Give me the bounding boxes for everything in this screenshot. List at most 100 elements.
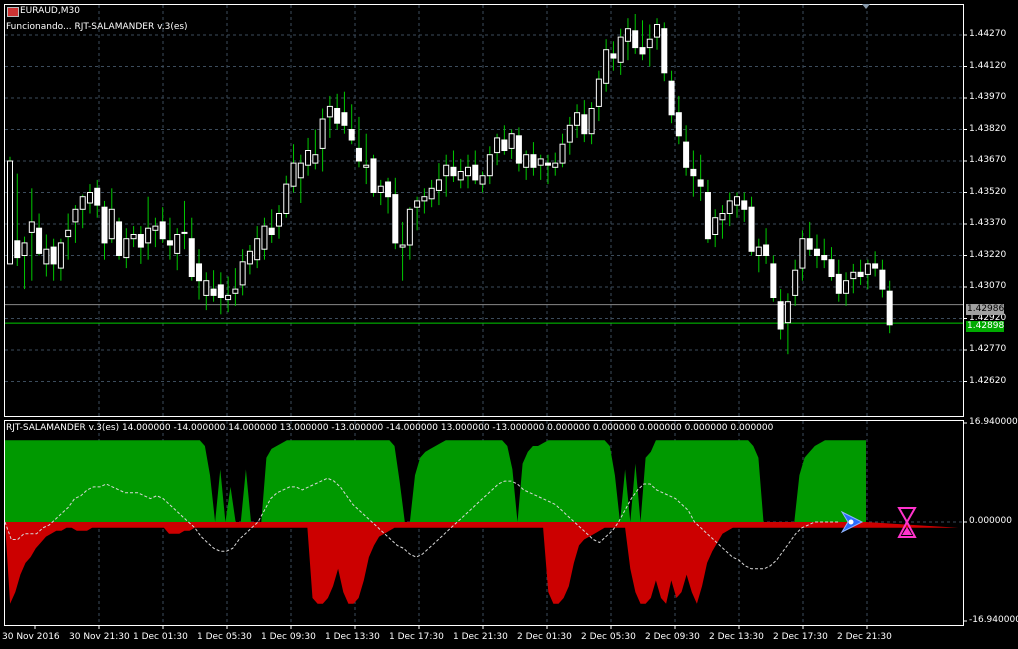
green-area bbox=[5, 440, 866, 522]
candle-bull bbox=[719, 213, 726, 221]
candle-bull bbox=[28, 221, 35, 233]
time-label: 2 Dec 05:30 bbox=[581, 632, 636, 642]
time-label: 2 Dec 01:30 bbox=[517, 632, 572, 642]
candle-bear bbox=[348, 129, 355, 141]
candlesticks bbox=[7, 14, 893, 355]
candle-bull bbox=[537, 158, 544, 166]
candle-bull bbox=[414, 200, 421, 208]
candle-bull bbox=[246, 250, 253, 265]
candle-bear bbox=[530, 154, 537, 168]
candle-bear bbox=[268, 227, 275, 235]
candle-bear bbox=[334, 108, 341, 124]
symbol-title: EURAUD,M30 bbox=[20, 6, 80, 16]
candle-bear bbox=[159, 221, 166, 240]
time-label: 1 Dec 01:30 bbox=[133, 632, 188, 642]
candle-bull bbox=[225, 294, 232, 301]
candle-bull bbox=[130, 234, 137, 240]
candle-bull bbox=[465, 166, 472, 177]
candle-bear bbox=[835, 273, 842, 294]
candle-bull bbox=[421, 196, 428, 202]
candle-bull bbox=[850, 271, 857, 280]
candle-bull bbox=[443, 164, 450, 177]
time-label: 2 Dec 13:30 bbox=[709, 632, 764, 642]
candle-bear bbox=[777, 301, 784, 330]
candle-bear bbox=[210, 288, 217, 296]
indicator-label: 0.000000 bbox=[969, 516, 1012, 526]
time-label: 1 Dec 17:30 bbox=[389, 632, 444, 642]
chart-frames bbox=[4, 4, 964, 626]
time-label: 1 Dec 09:30 bbox=[261, 632, 316, 642]
candle-bull bbox=[145, 227, 152, 244]
candle-bear bbox=[341, 112, 348, 126]
price-label: 1.42620 bbox=[969, 375, 1007, 386]
candle-bull bbox=[552, 162, 559, 168]
candle-bull bbox=[399, 244, 406, 248]
candle-bear bbox=[116, 221, 123, 256]
price-label: 1.43670 bbox=[969, 155, 1007, 165]
candle-bear bbox=[544, 162, 551, 166]
candle-bull bbox=[319, 118, 326, 149]
candle-bear bbox=[821, 255, 828, 261]
candle-bear bbox=[763, 244, 770, 256]
shift-marker-icon bbox=[862, 4, 870, 9]
candle-bear bbox=[690, 168, 697, 177]
candle-bull bbox=[86, 192, 93, 204]
price-label: 1.44270 bbox=[969, 29, 1007, 39]
candle-bear bbox=[813, 248, 820, 256]
candle-bull bbox=[7, 160, 13, 265]
candle-bear bbox=[472, 164, 479, 181]
candle-bull bbox=[864, 263, 871, 275]
candle-bull bbox=[712, 217, 719, 235]
price-label: 1.43370 bbox=[969, 218, 1007, 228]
candle-bull bbox=[152, 225, 159, 231]
candle-bear bbox=[450, 166, 457, 177]
candle-bear bbox=[50, 246, 57, 265]
bid-price-tag: 1.42898 bbox=[966, 321, 1005, 332]
indicator-label: 16.940000 bbox=[969, 417, 1018, 427]
time-label: 1 Dec 13:30 bbox=[325, 632, 380, 642]
candle-bear bbox=[166, 240, 173, 246]
candle-bull bbox=[108, 208, 115, 240]
price-label: 1.43220 bbox=[969, 249, 1007, 260]
candle-bull bbox=[297, 162, 304, 179]
price-label: 1.43970 bbox=[969, 92, 1007, 102]
candle-bull bbox=[72, 208, 79, 223]
candle-bull bbox=[428, 187, 435, 200]
time-label: 2 Dec 21:30 bbox=[837, 632, 892, 642]
candle-bear bbox=[355, 147, 362, 162]
candle-bear bbox=[610, 53, 617, 59]
candle-bull bbox=[588, 108, 595, 135]
price-label: 1.43070 bbox=[969, 281, 1007, 291]
candle-bull bbox=[654, 24, 661, 38]
price-label: 1.42770 bbox=[969, 344, 1007, 354]
candle-bear bbox=[101, 206, 108, 244]
chart-canvas bbox=[4, 4, 967, 629]
candle-bear bbox=[683, 141, 690, 168]
candle-bear bbox=[370, 158, 377, 193]
candle-bear bbox=[639, 47, 646, 55]
candle-bull bbox=[65, 229, 72, 238]
candle-bull bbox=[254, 238, 261, 261]
candle-bull bbox=[603, 49, 610, 84]
candle-bull bbox=[57, 242, 64, 269]
candle-bull bbox=[595, 78, 602, 107]
indicator-header: RJT-SALAMANDER v.3(es) 14.000000 -14.000… bbox=[6, 423, 774, 433]
candle-bull bbox=[239, 261, 246, 286]
candle-bull bbox=[435, 179, 442, 191]
candle-bull bbox=[181, 231, 188, 234]
candle-bear bbox=[581, 114, 588, 135]
candle-bear bbox=[806, 238, 813, 250]
candle-bear bbox=[392, 194, 399, 244]
candle-bull bbox=[508, 133, 515, 149]
candle-bear bbox=[217, 284, 224, 298]
candle-bull bbox=[624, 28, 631, 42]
candle-bull bbox=[312, 154, 319, 164]
candle-bull bbox=[203, 280, 210, 296]
candle-bear bbox=[36, 227, 43, 254]
candle-bear bbox=[697, 179, 704, 187]
candle-bear bbox=[857, 271, 864, 277]
candle-bear bbox=[828, 259, 835, 278]
price-label: 1.43820 bbox=[969, 123, 1007, 134]
red-area bbox=[5, 522, 959, 604]
candle-bull bbox=[283, 183, 290, 215]
